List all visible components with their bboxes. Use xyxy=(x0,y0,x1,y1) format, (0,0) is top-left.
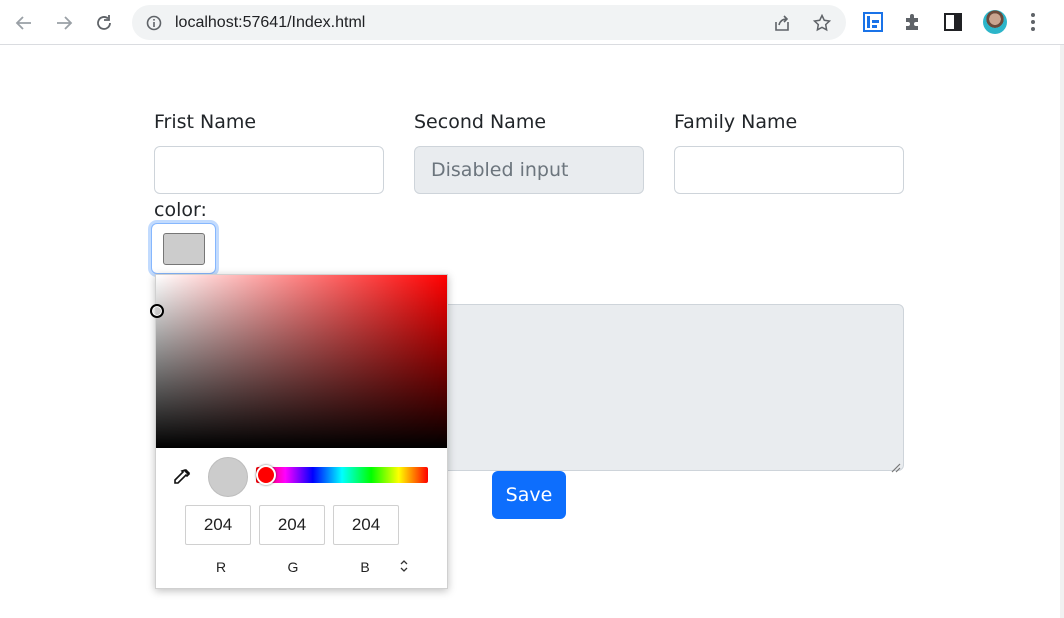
color-input[interactable] xyxy=(151,223,216,274)
save-button[interactable]: Save xyxy=(492,471,566,519)
saturation-area[interactable] xyxy=(150,275,447,448)
address-bar[interactable]: localhost:57641/Index.html xyxy=(132,5,846,40)
first-name-input[interactable] xyxy=(154,146,384,194)
scrollbar[interactable] xyxy=(1060,45,1064,618)
red-input[interactable] xyxy=(185,505,251,545)
share-icon[interactable] xyxy=(773,14,791,32)
format-toggle-icon[interactable] xyxy=(398,558,410,574)
avatar[interactable] xyxy=(983,10,1007,34)
eyedropper-icon[interactable] xyxy=(172,467,192,487)
menu-dots-icon[interactable] xyxy=(1022,11,1044,33)
extension-app-icon[interactable] xyxy=(862,11,884,33)
color-picker-popup: R G B xyxy=(150,274,448,589)
puzzle-icon[interactable] xyxy=(902,11,924,33)
blue-input[interactable] xyxy=(333,505,399,545)
textarea xyxy=(414,304,904,473)
forward-icon[interactable] xyxy=(50,9,78,37)
resize-grip-icon[interactable] xyxy=(891,458,901,473)
hue-slider[interactable] xyxy=(256,467,428,483)
color-preview xyxy=(208,457,248,497)
green-input[interactable] xyxy=(259,505,325,545)
back-icon[interactable] xyxy=(10,9,38,37)
second-name-label: Second Name xyxy=(414,111,547,133)
blue-label: B xyxy=(360,559,370,575)
saturation-handle[interactable] xyxy=(150,304,164,318)
site-info-icon[interactable] xyxy=(145,14,163,32)
color-swatch xyxy=(163,233,205,265)
family-name-label: Family Name xyxy=(674,111,798,133)
url-text[interactable]: localhost:57641/Index.html xyxy=(175,5,365,40)
color-label: color: xyxy=(154,199,207,221)
reload-icon[interactable] xyxy=(90,9,118,37)
bookmark-star-icon[interactable] xyxy=(813,14,831,32)
family-name-input[interactable] xyxy=(674,146,904,194)
second-name-input xyxy=(414,146,644,194)
browser-toolbar: localhost:57641/Index.html xyxy=(0,0,1064,45)
red-label: R xyxy=(215,559,227,575)
side-panel-icon[interactable] xyxy=(942,11,964,33)
hue-handle[interactable] xyxy=(256,465,276,485)
first-name-label: Frist Name xyxy=(154,111,257,133)
green-label: G xyxy=(287,559,299,575)
